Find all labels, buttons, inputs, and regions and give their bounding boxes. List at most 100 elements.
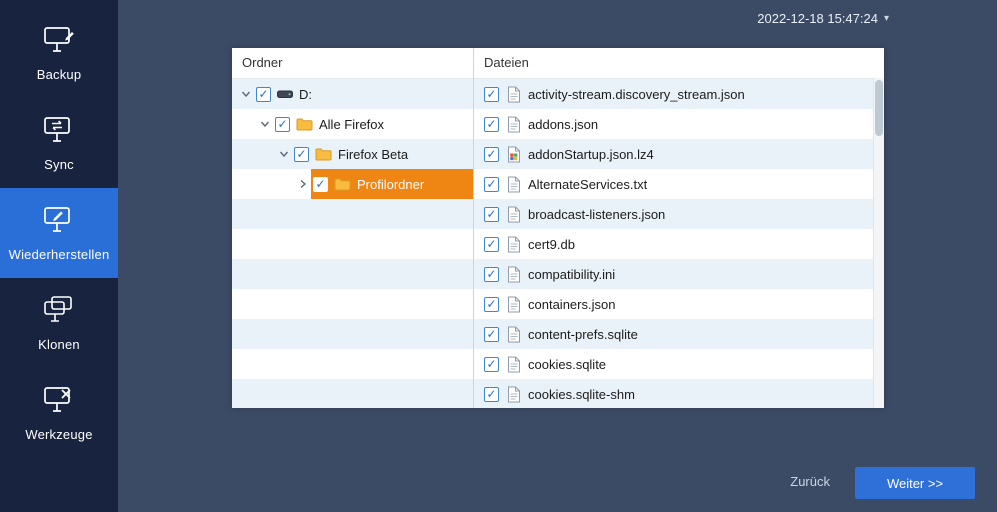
tree-empty-row (232, 289, 473, 319)
scrollbar-thumb[interactable] (875, 80, 883, 136)
file-text-icon (507, 356, 521, 373)
file-text-icon (507, 296, 521, 313)
timestamp-dropdown[interactable]: 2022-12-18 15:47:24 ▾ (757, 11, 889, 26)
checkbox[interactable]: ✓ (484, 177, 499, 192)
file-text-icon (507, 236, 521, 253)
checkbox[interactable]: ✓ (484, 87, 499, 102)
file-row[interactable]: ✓ addonStartup.json.lz4 (474, 139, 884, 169)
sidebar-item-label: Wiederherstellen (9, 247, 110, 262)
checkbox[interactable]: ✓ (256, 87, 271, 102)
sidebar-item-label: Sync (44, 157, 74, 172)
clone-icon (42, 295, 76, 328)
checkbox[interactable]: ✓ (294, 147, 309, 162)
sidebar-item-werkzeuge[interactable]: Werkzeuge (0, 368, 118, 458)
folders-column-header: Ordner (232, 48, 473, 79)
sidebar: Backup Sync Wiederherstellen Klonen Werkzeug… (0, 0, 118, 512)
file-image-icon (507, 146, 521, 163)
file-row[interactable]: ✓ activity-stream.discovery_stream.json (474, 79, 884, 109)
tree-row[interactable]: ✓ Alle Firefox (232, 109, 473, 139)
file-name: addons.json (528, 117, 598, 132)
tree-empty-row (232, 379, 473, 408)
file-name: AlternateServices.txt (528, 177, 647, 192)
file-name: content-prefs.sqlite (528, 327, 638, 342)
tree-row[interactable]: ✓ D: (232, 79, 473, 109)
file-text-icon (507, 326, 521, 343)
tree-item-label: Alle Firefox (319, 117, 384, 132)
next-button[interactable]: Weiter >> (855, 467, 975, 499)
tree-item-content[interactable]: ✓ D: (254, 79, 473, 109)
sidebar-item-label: Werkzeuge (25, 427, 92, 442)
file-row[interactable]: ✓ cookies.sqlite-shm (474, 379, 884, 408)
file-row[interactable]: ✓ broadcast-listeners.json (474, 199, 884, 229)
checkbox[interactable]: ✓ (484, 207, 499, 222)
folders-column: Ordner ✓D:✓Alle Firefox✓Firefox Beta✓Pro… (232, 48, 474, 408)
file-row[interactable]: ✓ containers.json (474, 289, 884, 319)
file-text-icon (507, 206, 521, 223)
chevron-down-icon: ▾ (884, 13, 889, 24)
files-column-header: Dateien (474, 48, 884, 79)
folder-tree: ✓D:✓Alle Firefox✓Firefox Beta✓Profilordn… (232, 79, 473, 408)
checkbox[interactable]: ✓ (484, 237, 499, 252)
tree-item-content[interactable]: ✓Firefox Beta (292, 139, 473, 169)
checkbox[interactable]: ✓ (275, 117, 290, 132)
scrollbar-track[interactable] (873, 78, 884, 408)
file-row[interactable]: ✓cookies.sqlite (474, 349, 884, 379)
chevron-down-icon[interactable] (276, 149, 292, 159)
file-row[interactable]: ✓ addons.json (474, 109, 884, 139)
checkbox[interactable]: ✓ (484, 357, 499, 372)
sync-icon (42, 115, 76, 148)
file-row[interactable]: ✓ compatibility.ini (474, 259, 884, 289)
file-row[interactable]: ✓ AlternateServices.txt (474, 169, 884, 199)
chevron-down-icon[interactable] (238, 89, 254, 99)
tree-empty-row (232, 199, 473, 229)
folder-icon (296, 117, 313, 131)
tree-item-label: D: (299, 87, 312, 102)
file-text-icon (507, 116, 521, 133)
sidebar-item-label: Klonen (38, 337, 80, 352)
checkbox[interactable]: ✓ (484, 297, 499, 312)
sidebar-item-sync[interactable]: Sync (0, 98, 118, 188)
file-name: cert9.db (528, 237, 575, 252)
sidebar-item-backup[interactable]: Backup (0, 8, 118, 98)
file-text-icon (507, 266, 521, 283)
tree-indent (232, 154, 276, 155)
chevron-right-icon[interactable] (295, 179, 311, 189)
checkbox[interactable]: ✓ (484, 117, 499, 132)
main-area: 2022-12-18 15:47:24 ▾ Ordner ✓ D: ✓ Alle Fi… (118, 0, 997, 512)
file-name: addonStartup.json.lz4 (528, 147, 654, 162)
file-name: containers.json (528, 297, 615, 312)
checkbox[interactable]: ✓ (313, 177, 328, 192)
tree-row[interactable]: ✓Firefox Beta (232, 139, 473, 169)
checkbox[interactable]: ✓ (484, 267, 499, 282)
file-selection-panel: Ordner ✓D:✓Alle Firefox✓Firefox Beta✓Pro… (232, 48, 884, 408)
tree-selection[interactable]: ✓ Profilordner (311, 169, 473, 199)
tree-empty-row (232, 259, 473, 289)
files-column: Dateien ✓ activity-stream.discovery_strea… (474, 48, 884, 408)
folder-icon (334, 177, 351, 191)
file-row[interactable]: ✓ content-prefs.sqlite (474, 319, 884, 349)
timestamp: 2022-12-18 15:47:24 (757, 11, 878, 26)
chevron-down-icon[interactable] (257, 119, 273, 129)
file-name: compatibility.ini (528, 267, 615, 282)
sidebar-item-wiederherstellen[interactable]: Wiederherstellen (0, 188, 118, 278)
file-list: ✓ activity-stream.discovery_stream.json ✓ a… (474, 79, 884, 408)
file-name: broadcast-listeners.json (528, 207, 665, 222)
folder-icon (315, 147, 332, 161)
file-row[interactable]: ✓ cert9.db (474, 229, 884, 259)
file-text-icon (507, 386, 521, 403)
checkbox[interactable]: ✓ (484, 327, 499, 342)
file-name: activity-stream.discovery_stream.json (528, 87, 745, 102)
backup-icon (42, 25, 76, 58)
back-button[interactable]: Zurück (790, 474, 830, 489)
tree-item-content[interactable]: ✓ Alle Firefox (273, 109, 473, 139)
tree-empty-row (232, 349, 473, 379)
tree-indent (232, 184, 295, 185)
sidebar-item-klonen[interactable]: Klonen (0, 278, 118, 368)
sidebar-item-label: Backup (37, 67, 82, 82)
tree-item-label: Profilordner (357, 177, 424, 192)
tree-row[interactable]: ✓ Profilordner (232, 169, 473, 199)
file-text-icon (507, 176, 521, 193)
checkbox[interactable]: ✓ (484, 147, 499, 162)
file-name: cookies.sqlite-shm (528, 387, 635, 402)
checkbox[interactable]: ✓ (484, 387, 499, 402)
